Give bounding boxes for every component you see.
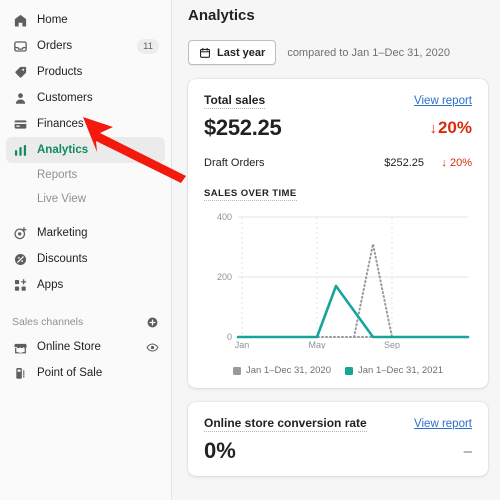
- total-sales-breakdown-row: Draft Orders $252.25 ↓ 20%: [204, 157, 472, 169]
- sidebar-item-label: Apps: [37, 279, 64, 291]
- arrow-down-icon: ↓: [429, 119, 437, 137]
- total-sales-delta: ↓ 20%: [429, 118, 472, 138]
- conversion-rate-header: Online store conversion rate View report: [204, 416, 472, 432]
- sidebar-item-home[interactable]: Home: [6, 7, 165, 33]
- sidebar-subitem-reports[interactable]: Reports: [6, 163, 165, 187]
- legend-label: Jan 1–Dec 31, 2020: [245, 365, 331, 376]
- sidebar: Home Orders 11 Products Customers Financ…: [0, 0, 172, 500]
- conversion-rate-view-report-link[interactable]: View report: [414, 418, 472, 430]
- calendar-icon: [199, 47, 211, 59]
- total-sales-delta-value: 20%: [437, 118, 472, 137]
- sidebar-item-discounts[interactable]: Discounts: [6, 246, 165, 272]
- apps-icon: [12, 277, 28, 293]
- y-tick-200: 200: [217, 272, 232, 282]
- sidebar-item-label: Point of Sale: [37, 367, 103, 379]
- chart-y-tick-labels: 400 200 0: [217, 212, 232, 342]
- compare-period-text: compared to Jan 1–Dec 31, 2020: [287, 46, 450, 59]
- date-range-label: Last year: [217, 46, 266, 59]
- online-store-icon: [12, 339, 28, 355]
- page-title: Analytics: [188, 7, 255, 24]
- chart-gridlines: [238, 216, 468, 338]
- orders-count-badge: 11: [137, 38, 159, 54]
- sidebar-item-finances[interactable]: Finances: [6, 111, 165, 137]
- sidebar-item-apps[interactable]: Apps: [6, 272, 165, 298]
- sidebar-item-online-store[interactable]: Online Store: [6, 334, 165, 360]
- plus-circle-icon[interactable]: [146, 316, 159, 329]
- legend-swatch-teal: [345, 366, 353, 375]
- sidebar-item-label: Orders: [37, 40, 73, 52]
- point-of-sale-icon: [12, 365, 28, 381]
- sidebar-item-label: Home: [37, 14, 68, 26]
- x-tick-jan: Jan: [235, 340, 250, 349]
- chart-legend: Jan 1–Dec 31, 2020 Jan 1–Dec 31, 2021: [204, 365, 472, 376]
- sales-channels-heading: Sales channels: [6, 310, 165, 334]
- sales-channels-label: Sales channels: [12, 316, 84, 328]
- sidebar-item-label: Analytics: [37, 144, 89, 156]
- total-sales-view-report-link[interactable]: View report: [414, 95, 472, 107]
- breakdown-name: Draft Orders: [204, 157, 265, 169]
- legend-swatch-gray: [232, 366, 241, 375]
- x-tick-sep: Sep: [384, 340, 400, 349]
- sidebar-item-label: Discounts: [37, 253, 88, 265]
- sidebar-subitem-live-view[interactable]: Live View: [6, 187, 165, 211]
- sidebar-item-analytics[interactable]: Analytics: [6, 137, 165, 163]
- main-content: Analytics Last year compared to Jan 1–De…: [172, 0, 500, 500]
- sales-over-time-chart: 400 200 0 Jan May Sep: [204, 209, 472, 357]
- total-sales-card: Total sales View report $252.25 ↓ 20% Dr…: [188, 79, 488, 388]
- conversion-rate-value-row: 0% –: [204, 438, 472, 464]
- sidebar-item-point-of-sale[interactable]: Point of Sale: [6, 360, 165, 386]
- sidebar-item-products[interactable]: Products: [6, 59, 165, 85]
- date-range-row: Last year compared to Jan 1–Dec 31, 2020: [188, 40, 500, 65]
- discounts-icon: [12, 251, 28, 267]
- sidebar-subitem-label: Reports: [37, 169, 78, 181]
- sidebar-subitem-label: Live View: [37, 193, 87, 205]
- app-root: Home Orders 11 Products Customers Financ…: [0, 0, 500, 500]
- eye-icon[interactable]: [146, 341, 159, 354]
- total-sales-value: $252.25: [204, 115, 282, 140]
- sidebar-item-marketing[interactable]: Marketing: [6, 220, 165, 246]
- home-icon: [12, 12, 28, 28]
- series-2020-peak: [353, 243, 393, 338]
- conversion-rate-value: 0%: [204, 438, 236, 463]
- y-tick-400: 400: [217, 212, 232, 222]
- total-sales-title: Total sales: [204, 93, 266, 109]
- sidebar-item-orders[interactable]: Orders 11: [6, 33, 165, 59]
- breakdown-amount: $252.25: [384, 157, 424, 169]
- sidebar-item-label: Customers: [37, 92, 93, 104]
- date-range-button[interactable]: Last year: [188, 40, 277, 65]
- chart-x-tick-labels: Jan May Sep: [235, 340, 400, 349]
- finances-icon: [12, 116, 28, 132]
- analytics-icon: [12, 142, 28, 158]
- sidebar-item-label: Marketing: [37, 227, 88, 239]
- x-tick-may: May: [308, 340, 326, 349]
- sidebar-item-label: Online Store: [37, 341, 101, 353]
- legend-label: Jan 1–Dec 31, 2021: [358, 365, 444, 376]
- products-icon: [12, 64, 28, 80]
- chart-svg: 400 200 0 Jan May Sep: [217, 212, 470, 349]
- marketing-icon: [12, 225, 28, 241]
- legend-item-2020[interactable]: Jan 1–Dec 31, 2020: [232, 365, 331, 376]
- total-sales-value-row: $252.25 ↓ 20%: [204, 115, 472, 141]
- conversion-rate-delta: –: [463, 442, 472, 460]
- orders-icon: [12, 38, 28, 54]
- sidebar-item-label: Products: [37, 66, 83, 78]
- sidebar-item-customers[interactable]: Customers: [6, 85, 165, 111]
- y-tick-0: 0: [227, 332, 232, 342]
- sales-over-time-label: SALES OVER TIME: [204, 188, 297, 201]
- conversion-rate-title: Online store conversion rate: [204, 416, 367, 432]
- series-2021-line: [236, 284, 470, 339]
- sidebar-item-label: Finances: [37, 118, 84, 130]
- breakdown-delta: ↓ 20%: [441, 157, 472, 169]
- conversion-rate-card: Online store conversion rate View report…: [188, 402, 488, 476]
- legend-item-2021[interactable]: Jan 1–Dec 31, 2021: [345, 365, 443, 376]
- customers-icon: [12, 90, 28, 106]
- total-sales-header: Total sales View report: [204, 93, 472, 109]
